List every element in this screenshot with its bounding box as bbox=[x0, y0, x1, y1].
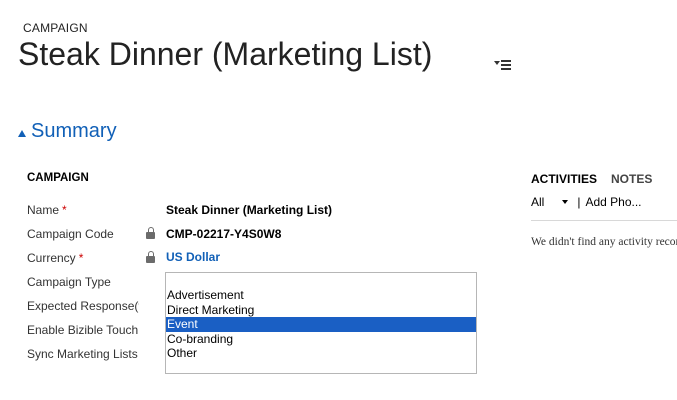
campaign-type-option[interactable]: Direct Marketing bbox=[166, 303, 476, 318]
collapse-triangle-icon bbox=[18, 130, 26, 137]
empty-activities-message: We didn't find any activity records. bbox=[531, 236, 677, 248]
toolbar-separator: | bbox=[577, 195, 581, 209]
campaign-type-option[interactable]: Advertisement bbox=[166, 288, 476, 303]
lock-icon bbox=[146, 227, 155, 239]
currency-link[interactable]: US Dollar bbox=[166, 250, 220, 264]
form-group-title: CAMPAIGN bbox=[27, 172, 89, 184]
summary-section-toggle[interactable]: Summary bbox=[18, 120, 117, 143]
record-title: Steak Dinner (Marketing List) bbox=[18, 36, 433, 72]
lock-icon bbox=[146, 251, 155, 263]
activity-filter[interactable]: All bbox=[531, 195, 544, 209]
activity-tabs: ACTIVITIES NOTES bbox=[531, 172, 652, 186]
campaign-type-listbox[interactable]: Advertisement Direct Marketing Event Co-… bbox=[165, 272, 477, 374]
campaign-type-option[interactable]: Other bbox=[166, 346, 476, 361]
section-title: Summary bbox=[31, 120, 117, 142]
entity-type-label: CAMPAIGN bbox=[23, 21, 88, 35]
enable-bizible-touchpoints-label: Enable Bizible Touchpoints bbox=[27, 323, 139, 337]
activity-toolbar: All | Add Pho... bbox=[531, 195, 642, 209]
campaign-code-value: CMP-02217-Y4S0W8 bbox=[166, 227, 282, 241]
required-asterisk: * bbox=[78, 251, 84, 265]
add-phone-call-button[interactable]: Add Pho... bbox=[585, 195, 641, 209]
campaign-type-option[interactable]: Co-branding bbox=[166, 332, 476, 347]
divider bbox=[531, 220, 677, 221]
campaign-code-label: Campaign Code bbox=[27, 227, 114, 241]
expected-response-label: Expected Response(%) bbox=[27, 299, 139, 313]
title-menu-icon[interactable] bbox=[494, 57, 512, 71]
name-value[interactable]: Steak Dinner (Marketing List) bbox=[166, 203, 332, 217]
campaign-type-option-selected[interactable]: Event bbox=[166, 317, 476, 332]
sync-marketing-lists-label: Sync Marketing Lists bbox=[27, 347, 138, 361]
chevron-down-icon[interactable] bbox=[562, 200, 569, 204]
required-asterisk: * bbox=[62, 203, 67, 217]
currency-label: Currency * bbox=[27, 251, 84, 265]
campaign-type-label: Campaign Type bbox=[27, 275, 111, 289]
tab-notes[interactable]: NOTES bbox=[611, 172, 652, 186]
tab-activities[interactable]: ACTIVITIES bbox=[531, 172, 597, 186]
name-label: Name * bbox=[27, 203, 67, 217]
